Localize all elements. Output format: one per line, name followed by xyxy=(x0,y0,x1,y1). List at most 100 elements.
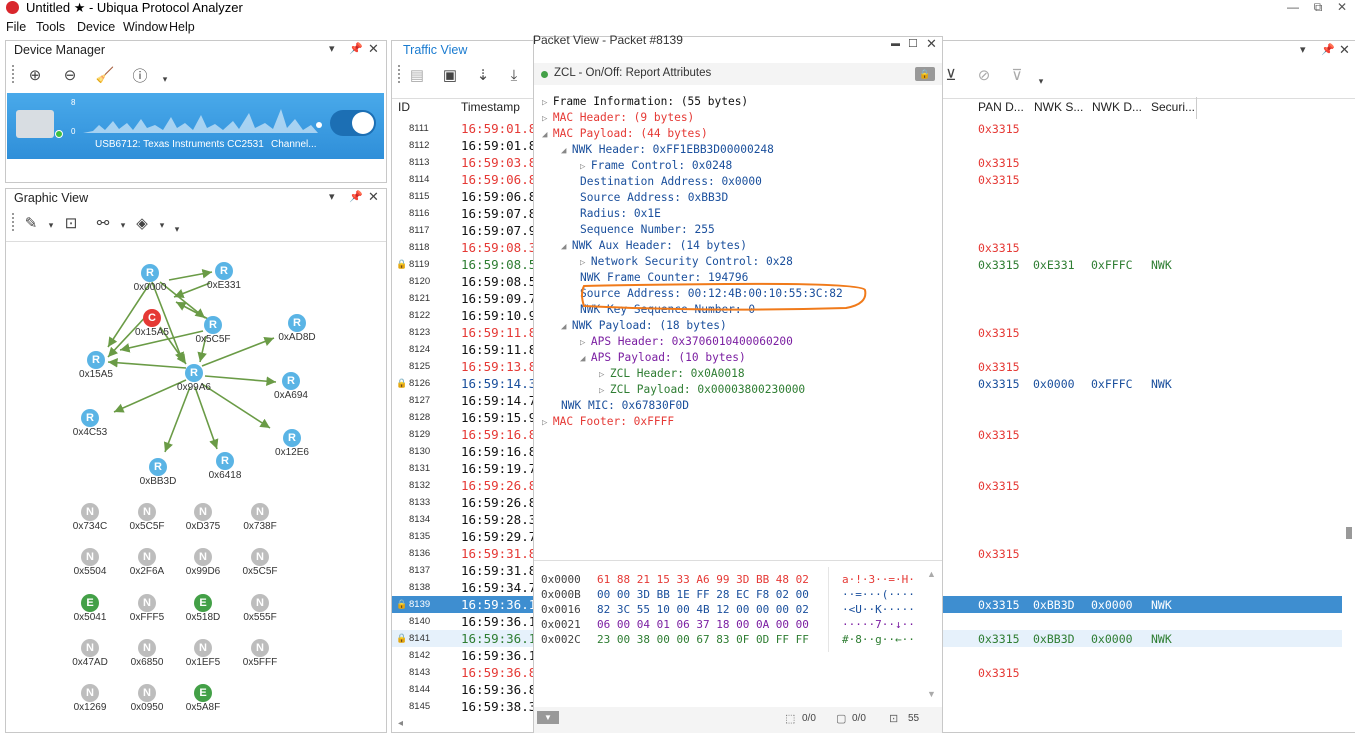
graph-node[interactable]: N xyxy=(138,684,156,702)
tree-node[interactable]: Destination Address: 0x0000 xyxy=(580,175,762,188)
expand-toggle-icon[interactable]: ▷ xyxy=(580,338,591,348)
graph-node[interactable]: E xyxy=(81,594,99,612)
tree-node[interactable]: Radius: 0x1E xyxy=(580,207,661,220)
pin-icon[interactable]: 📌 xyxy=(1321,43,1335,56)
graph-node[interactable]: N xyxy=(251,548,269,566)
tree-node[interactable]: Sequence Number: 255 xyxy=(580,223,715,236)
graph-node[interactable]: R xyxy=(288,314,306,332)
minimize-button[interactable]: — xyxy=(1283,0,1303,14)
graph-node[interactable]: N xyxy=(81,503,99,521)
lock-icon: 🔒 xyxy=(396,599,408,609)
expand-toggle-icon[interactable]: ▷ xyxy=(599,386,610,396)
tree-node[interactable]: ▷ ZCL Payload: 0x00003800230000 xyxy=(599,383,805,396)
graph-node[interactable]: N xyxy=(251,503,269,521)
scroll-down-icon[interactable]: ▼ xyxy=(927,689,936,699)
lock-icon[interactable]: 🔒 xyxy=(915,67,935,81)
col-timestamp[interactable]: Timestamp xyxy=(461,100,520,114)
graph-node[interactable]: N xyxy=(194,639,212,657)
graph-node-label: 0x518D xyxy=(185,612,221,623)
graph-node[interactable]: R xyxy=(141,264,159,282)
add-filter-icon[interactable]: ⊻ xyxy=(940,65,962,85)
expand-toggle-icon[interactable]: ▷ xyxy=(599,370,610,380)
scroll-left-icon[interactable]: ◂ xyxy=(398,718,403,729)
open-icon[interactable]: ▤ xyxy=(406,65,428,85)
tree-node[interactable]: ▷ MAC Header: (9 bytes) xyxy=(542,111,694,124)
expand-toggle-icon[interactable]: ▷ xyxy=(542,98,553,108)
expand-toggle-icon[interactable]: ◢ xyxy=(561,146,572,156)
expand-toggle-icon[interactable]: ▷ xyxy=(542,418,553,428)
graph-node[interactable]: N xyxy=(81,548,99,566)
graph-node[interactable]: N xyxy=(138,548,156,566)
graph-node[interactable]: R xyxy=(282,372,300,390)
graph-node[interactable]: N xyxy=(138,639,156,657)
graph-node[interactable]: N xyxy=(138,503,156,521)
expand-toggle-icon[interactable]: ◢ xyxy=(542,130,553,140)
graph-node[interactable]: E xyxy=(194,594,212,612)
tab-traffic-view[interactable]: Traffic View xyxy=(403,43,467,57)
expand-toggle-icon[interactable]: ▷ xyxy=(580,162,591,172)
graph-node[interactable]: R xyxy=(215,262,233,280)
tree-node[interactable]: NWK MIC: 0x67830F0D xyxy=(561,399,689,412)
save-icon[interactable]: ▣ xyxy=(439,65,461,85)
graph-node[interactable]: R xyxy=(216,452,234,470)
dropdown-icon[interactable]: ▾ xyxy=(1300,43,1306,56)
cell-timestamp: 16:59:31.8 xyxy=(461,546,537,561)
tree-node[interactable]: ▷ Frame Information: (55 bytes) xyxy=(542,95,748,108)
cell-nwk-dest: 0xFFFC xyxy=(1091,377,1133,391)
scroll-down-icon[interactable]: ⇣ xyxy=(472,65,494,85)
col-nwk-dest[interactable]: NWK D... xyxy=(1092,100,1142,114)
tree-node-label: Frame Information: (55 bytes) xyxy=(552,95,749,108)
graph-node[interactable]: E xyxy=(194,684,212,702)
marker-count: 0/0 xyxy=(852,713,866,724)
graph-node[interactable]: N xyxy=(251,639,269,657)
graph-node[interactable]: R xyxy=(283,429,301,447)
tree-node[interactable]: ◢ NWK Aux Header: (14 bytes) xyxy=(561,239,747,252)
restore-button[interactable]: ⧉ xyxy=(1308,0,1328,15)
close-icon[interactable]: ✕ xyxy=(1339,42,1350,58)
remove-filter-icon[interactable]: ⊘ xyxy=(973,65,995,85)
graph-node[interactable]: R xyxy=(81,409,99,427)
scroll-end-icon[interactable]: ⤓ xyxy=(503,65,525,85)
graph-node[interactable]: N xyxy=(251,594,269,612)
vertical-scrollbar-thumb[interactable] xyxy=(1346,527,1352,539)
graph-node[interactable]: N xyxy=(81,639,99,657)
column-divider xyxy=(1196,97,1197,119)
graph-node[interactable]: N xyxy=(194,503,212,521)
tree-node[interactable]: ▷ Network Security Control: 0x28 xyxy=(580,255,793,268)
expand-toggle-icon[interactable]: ▷ xyxy=(580,258,591,268)
tree-node[interactable]: ◢ APS Payload: (10 bytes) xyxy=(580,351,746,364)
clear-filter-icon[interactable]: ⊽ xyxy=(1006,65,1028,85)
tree-node[interactable]: ▷ ZCL Header: 0x0A0018 xyxy=(599,367,745,380)
expand-toggle-icon[interactable]: ◢ xyxy=(561,242,572,252)
graph-node[interactable]: R xyxy=(149,458,167,476)
tree-node[interactable]: ◢ NWK Payload: (18 bytes) xyxy=(561,319,727,332)
maximize-icon[interactable]: ☐ xyxy=(908,37,918,50)
expand-toggle-icon[interactable]: ▷ xyxy=(542,114,553,124)
graph-node[interactable]: N xyxy=(81,684,99,702)
expand-toggle-icon[interactable]: ◢ xyxy=(580,354,591,364)
col-id[interactable]: ID xyxy=(398,100,410,114)
graph-node[interactable]: C xyxy=(143,309,161,327)
graph-node[interactable]: N xyxy=(194,548,212,566)
dropdown-icon[interactable]: ▬ xyxy=(891,38,900,48)
scroll-up-icon[interactable]: ▲ xyxy=(927,569,936,579)
tree-node[interactable]: ▷ Frame Control: 0x0248 xyxy=(580,159,732,172)
graph-node[interactable]: N xyxy=(138,594,156,612)
tree-node[interactable]: ◢ MAC Payload: (44 bytes) xyxy=(542,127,708,140)
toolbar-overflow-icon[interactable]: ▾ xyxy=(1030,71,1052,91)
tree-node[interactable]: ▷ MAC Footer: 0xFFFF xyxy=(542,415,674,428)
col-nwk-source[interactable]: NWK S... xyxy=(1034,100,1083,114)
tree-node[interactable]: ▷ APS Header: 0x3706010400060200 xyxy=(580,335,793,348)
graph-node[interactable]: R xyxy=(204,316,222,334)
expand-toggle-icon[interactable]: ◢ xyxy=(561,322,572,332)
tree-node[interactable]: Source Address: 0xBB3D xyxy=(580,191,728,204)
expand-icon[interactable]: ▼ xyxy=(537,711,559,724)
tree-node[interactable]: ◢ NWK Header: 0xFF1EBB3D00000248 xyxy=(561,143,774,156)
graph-node[interactable]: R xyxy=(87,351,105,369)
tree-node-label: NWK Header: 0xFF1EBB3D00000248 xyxy=(571,143,774,156)
col-security[interactable]: Securi... xyxy=(1151,100,1195,114)
close-icon[interactable]: ✕ xyxy=(926,36,937,52)
col-pan[interactable]: PAN D... xyxy=(978,100,1024,114)
close-button[interactable]: ✕ xyxy=(1332,0,1352,14)
graph-node[interactable]: R xyxy=(185,364,203,382)
